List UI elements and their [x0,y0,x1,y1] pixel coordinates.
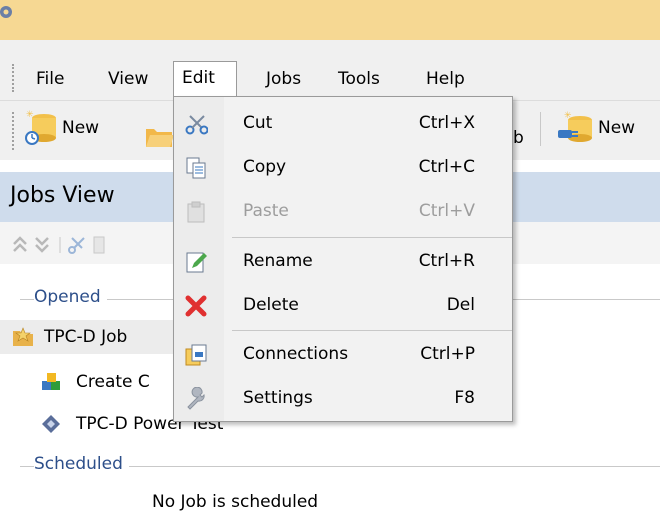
menu-item-delete[interactable]: Delete Del [174,286,512,326]
delete-x-icon [185,295,207,317]
title-bar [0,0,660,40]
expand-all-icon[interactable] [35,237,49,253]
menu-jobs[interactable]: Jobs [258,62,309,96]
menubar-grip[interactable] [12,64,14,92]
create-cubes-icon [42,373,60,390]
menu-item-shortcut: Del [446,295,475,315]
new-job-button[interactable]: ✳ New [22,108,99,148]
menu-item-paste[interactable]: Paste Ctrl+V [174,192,512,232]
menu-item-shortcut: Ctrl+P [420,344,475,364]
edit-menu-dropdown: Cut Ctrl+X Copy Ctrl+C Paste Ctrl+V Rena… [173,96,513,422]
menu-item-shortcut: Ctrl+C [418,157,475,177]
opened-group-label: Opened [34,287,107,307]
svg-text:✳: ✳ [26,110,34,120]
scheduled-group-label: Scheduled [34,454,129,474]
menu-edit[interactable]: Edit [173,61,237,97]
no-scheduled-jobs-text: No Job is scheduled [152,492,319,512]
menu-separator [232,237,512,238]
menu-item-label: Cut [243,113,273,133]
menu-item-label: Connections [243,344,349,364]
new-connection-button[interactable]: ✳ New [556,108,635,148]
menu-item-shortcut: Ctrl+X [418,113,475,133]
menu-item-copy[interactable]: Copy Ctrl+C [174,148,512,188]
paste-icon [187,201,205,223]
job-folder-icon [13,327,33,346]
menu-item-shortcut: F8 [454,388,475,408]
menu-item-label: Paste [243,201,289,221]
tree-item-label: Create C [76,372,150,392]
tree-item-label: TPC-D Job [44,327,128,347]
folder-icon [146,129,174,147]
menu-file[interactable]: File [28,62,72,96]
wrench-icon [187,387,205,410]
rename-icon [186,252,207,273]
copy-icon [186,157,206,179]
menu-item-shortcut: Ctrl+R [418,251,475,271]
menu-help[interactable]: Help [418,62,473,96]
toolbar-separator [540,112,541,146]
menu-tools[interactable]: Tools [330,62,388,96]
toolbar-grip[interactable] [12,112,14,150]
menu-item-label: Delete [243,295,299,315]
run-job-label: b [513,128,524,148]
menu-item-label: Settings [243,388,313,408]
tree-item-tpcd-job[interactable]: TPC-D Job [0,320,175,354]
power-test-icon [42,415,60,433]
menu-item-rename[interactable]: Rename Ctrl+R [174,242,512,282]
svg-text:✳: ✳ [564,111,572,121]
new-connection-icon: ✳ [558,111,592,142]
scissors-icon [185,115,208,135]
menu-item-shortcut: Ctrl+V [418,201,475,221]
jobs-view-tool-icons [13,236,105,254]
tree-item-create[interactable]: Create C [40,366,174,398]
menu-item-settings[interactable]: Settings F8 [174,379,512,419]
menu-item-label: Rename [243,251,313,271]
collapse-all-icon[interactable] [13,236,27,252]
pane-copy-icon[interactable] [93,236,105,254]
run-job-button[interactable]: b [513,118,524,158]
new-job-label: New [62,118,100,138]
new-job-icon: ✳ [25,110,56,145]
pane-cut-icon[interactable] [68,237,85,254]
menu-item-label: Copy [243,157,287,177]
connections-icon [185,344,207,366]
menu-item-connections[interactable]: Connections Ctrl+P [174,335,512,375]
app-gear-icon [0,6,12,18]
jobs-view-title: Jobs View [10,183,115,208]
new-connection-label: New [598,118,636,138]
open-folder-button[interactable] [144,116,174,156]
menu-item-cut[interactable]: Cut Ctrl+X [174,104,512,144]
menu-separator [232,330,512,331]
menu-view[interactable]: View [100,62,156,96]
